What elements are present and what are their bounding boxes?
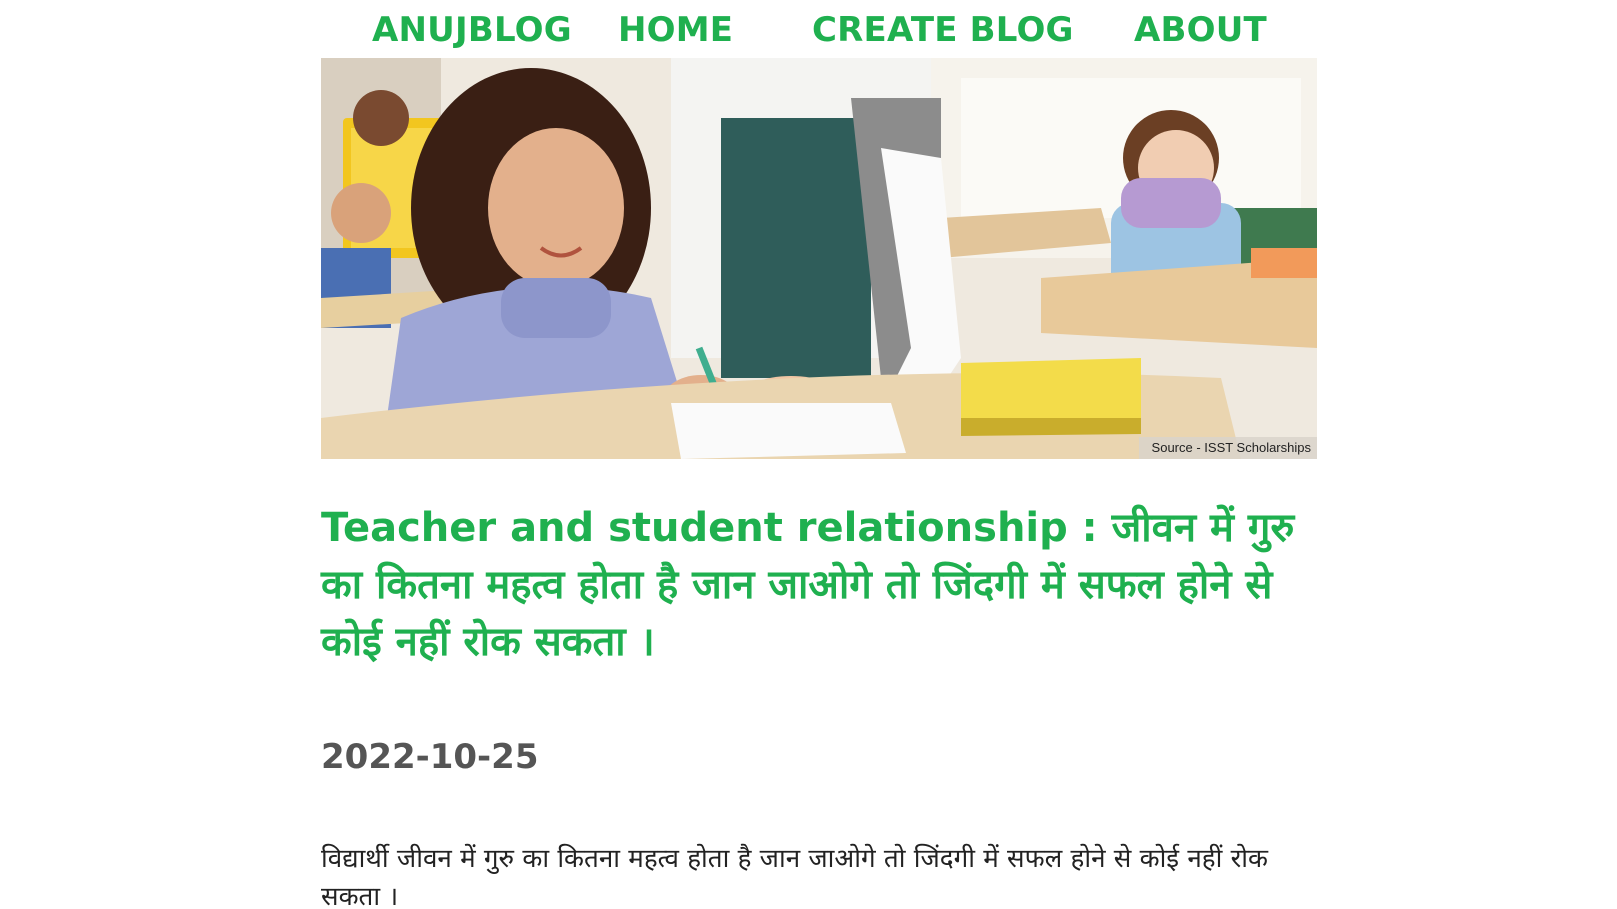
hero-image: Source - ISST Scholarships	[321, 58, 1317, 459]
top-nav: ANUJBLOG HOME CREATE BLOG ABOUT	[0, 6, 1617, 56]
nav-home-link[interactable]: HOME	[618, 10, 733, 50]
post-body: विद्यार्थी जीवन में गुरु का कितना महत्व …	[321, 844, 1268, 909]
image-source-caption: Source - ISST Scholarships	[1151, 440, 1311, 455]
nav-brand-link[interactable]: ANUJBLOG	[372, 10, 572, 50]
post-date: 2022-10-25	[321, 737, 539, 777]
post-title: Teacher and student relationship : जीवन …	[321, 505, 1295, 665]
nav-about-link[interactable]: ABOUT	[1134, 10, 1267, 50]
blog-page: ANUJBLOG HOME CREATE BLOG ABOUT Source -…	[0, 0, 1617, 909]
classroom-illustration	[321, 58, 1317, 459]
nav-create-blog-link[interactable]: CREATE BLOG	[812, 10, 1074, 50]
